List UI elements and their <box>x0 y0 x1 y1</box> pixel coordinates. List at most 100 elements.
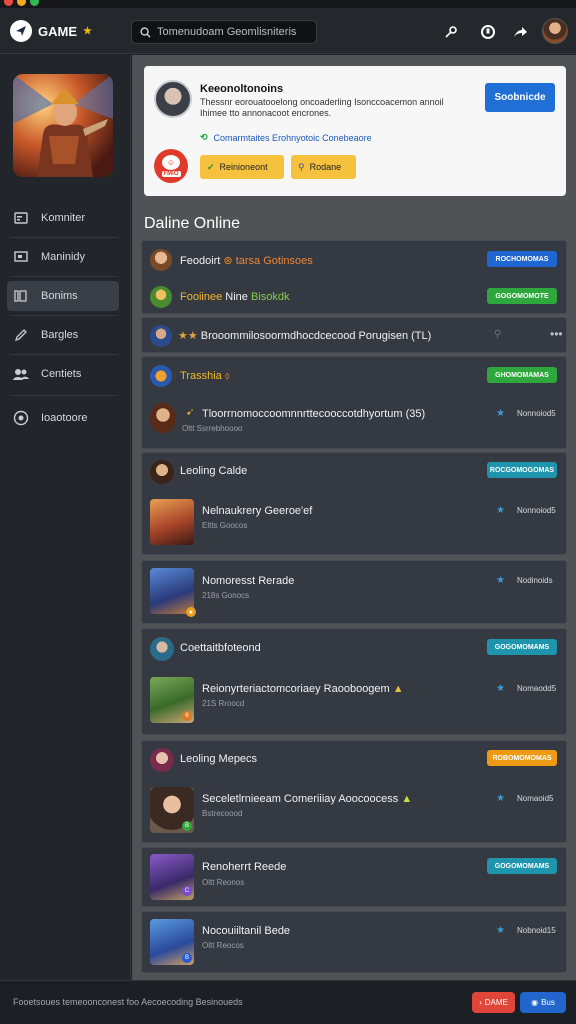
featured-game-art[interactable] <box>13 74 113 177</box>
friend-row[interactable]: C Renoherrt Reede Oltt Reonos GOGOMOMAMS <box>142 848 568 908</box>
card-description: Thessnr eorouatooelong oncoaderling Ison… <box>200 97 444 118</box>
link-icon: ⚲ <box>298 161 305 172</box>
level-badge-icon: B <box>182 821 192 831</box>
logo-star-icon: ★ <box>83 25 92 37</box>
star-icon[interactable]: ★ <box>496 683 505 694</box>
status-badge[interactable]: ROCHOMOMAS <box>487 251 557 267</box>
friend-meta: Nomaodd5 <box>517 684 557 693</box>
card-link[interactable]: ⟲ Comarmtaites Erohnyotoic Conebeaore <box>200 132 372 143</box>
friend-row[interactable]: Coettaitbfoteond GOGOMOMAMS <box>142 629 568 667</box>
fire-icon: ⬨ <box>224 370 230 382</box>
pencil-icon <box>13 327 29 343</box>
friend-subtitle: 21S Rroocd <box>202 699 245 708</box>
friend-group: ★★ Brooommilosoormdhocdcecood Porugisen … <box>141 317 567 353</box>
friend-meta: Nomaoid5 <box>517 794 554 803</box>
footer-button-bus[interactable]: ◉ Bus <box>520 992 566 1013</box>
friend-avatar <box>150 748 174 772</box>
friend-row[interactable]: Feodoirt ⊛ tarsa Gotinsoes ROCHOMOMAS <box>142 241 568 278</box>
top-bar: GAME ★ <box>0 8 576 54</box>
sidebar-item-label: Komniter <box>41 212 86 224</box>
info-icon <box>13 410 29 426</box>
status-badge[interactable]: GOGOMOMOTE <box>487 288 557 304</box>
star-icon[interactable]: ★ <box>496 505 505 516</box>
star-icon[interactable]: ★ <box>496 408 505 419</box>
friend-group: Leoling Mepecs ROBOMOMOMAS B Seceletlrni… <box>141 740 567 843</box>
status-badge[interactable]: GOGOMOMAMS <box>487 639 557 655</box>
friend-group: C Renoherrt Reede Oltt Reonos GOGOMOMAMS <box>141 847 567 907</box>
status-icon[interactable] <box>478 22 498 42</box>
friend-row[interactable]: B Seceletlrnieeam Comeriiiay Aoocoocess … <box>142 779 568 844</box>
card-primary-button[interactable]: Soobnicde <box>485 83 555 112</box>
sidebar-divider <box>10 237 118 238</box>
friend-name: Reionyrteriactomcoriaey Raooboogem ▲ <box>202 683 404 695</box>
status-badge[interactable]: GHOMOMAMAS <box>487 367 557 383</box>
people-icon <box>13 366 29 382</box>
sidebar-item-bargles[interactable]: Bargles <box>7 320 119 350</box>
user-avatar[interactable] <box>542 18 568 44</box>
friend-row[interactable]: ➹ Tloorrnomoccoomnnrttecooccotdhyortum (… <box>142 395 568 450</box>
sidebar-item-maninidy[interactable]: Maninidy <box>7 242 119 272</box>
card-pill-button-2[interactable]: ⚲ Rodane <box>291 155 356 179</box>
close-window-button[interactable] <box>4 0 13 6</box>
smiley-badge-icon: ☺ FMIO <box>154 149 188 183</box>
friend-row[interactable]: 6 Reionyrteriactomcoriaey Raooboogem ▲ 2… <box>142 667 568 736</box>
friend-subtitle: Oltt Ssrrebhoooo <box>182 424 243 433</box>
friend-row[interactable]: Leoling Calde ROCGOMOGOMAS <box>142 453 568 491</box>
minimize-window-button[interactable] <box>17 0 26 6</box>
key-icon[interactable] <box>441 22 461 42</box>
card-link-text: Comarmtaites Erohnyotoic Conebeaore <box>213 132 372 143</box>
maximize-window-button[interactable] <box>30 0 39 6</box>
friend-group: Coettaitbfoteond GOGOMOMAMS 6 Reionyrter… <box>141 628 567 735</box>
friend-row[interactable]: ★ Nomoresst Rerade 218s Gonocs ★ Nodinoi… <box>142 561 568 625</box>
sidebar-item-ioaotoore[interactable]: Ioaotoore <box>7 403 119 433</box>
monitor-icon <box>13 249 29 265</box>
arrow-icon: ▲ <box>392 683 404 695</box>
friend-row[interactable]: Leoling Mepecs ROBOMOMOMAS <box>142 741 568 779</box>
check-icon: ✓ <box>207 161 215 172</box>
friend-meta: Nobnoid15 <box>517 926 556 935</box>
app-logo[interactable]: GAME ★ <box>10 20 92 42</box>
search-bar[interactable] <box>131 20 317 44</box>
library-icon <box>13 288 29 304</box>
share-icon[interactable] <box>510 22 530 42</box>
card-pill-button-1[interactable]: ✓ Reinioneont <box>200 155 284 179</box>
footer-bar: Fooetsoues temeoonconest foo Aecoecoding… <box>0 980 576 1024</box>
status-badge[interactable]: ROBOMOMOMAS <box>487 750 557 766</box>
status-badge[interactable]: GOGOMOMAMS <box>487 858 557 874</box>
card-avatar <box>154 80 192 118</box>
pin-icon[interactable]: ⚲ <box>494 329 501 340</box>
friend-avatar <box>150 403 176 433</box>
friend-name: Leoling Calde <box>180 465 248 477</box>
sidebar-item-komniter[interactable]: Komniter <box>7 203 119 233</box>
friend-row[interactable]: B Nocouiiltanil Bede Oltt Reocos ★ Nobno… <box>142 912 568 974</box>
sidebar-item-label: Centiets <box>41 368 82 380</box>
friend-row[interactable]: ★★ Brooommilosoormdhocdcecood Porugisen … <box>142 318 568 354</box>
sidebar-item-bonims[interactable]: Bonims <box>7 281 119 311</box>
friend-avatar <box>150 460 174 484</box>
more-options-icon[interactable]: ••• <box>550 327 563 341</box>
wing-icon: ➹ <box>186 407 195 418</box>
friend-name: Leoling Mepecs <box>180 753 258 765</box>
star-icon[interactable]: ★ <box>496 575 505 586</box>
friend-avatar <box>150 286 172 308</box>
check-icon: ⟲ <box>200 132 208 142</box>
star-icon[interactable]: ★ <box>496 793 505 804</box>
search-input[interactable] <box>157 26 307 38</box>
friend-row[interactable]: Fooiinee Nine Bisokdk GOGOMOMOTE <box>142 278 568 315</box>
sidebar-item-centiets[interactable]: Centiets <box>7 359 119 389</box>
sidebar-divider <box>10 276 118 277</box>
friend-group: ★ Nomoresst Rerade 218s Gonocs ★ Nodinoi… <box>141 560 567 624</box>
friend-row[interactable]: Nelnaukrery Geeroe'ef Eltts Goocos ★ Non… <box>142 491 568 556</box>
friend-avatar <box>150 249 172 271</box>
arrow-icon: › <box>479 998 482 1007</box>
friend-subtitle: 218s Gonocs <box>202 591 250 600</box>
star-icon[interactable]: ★ <box>496 925 505 936</box>
footer-button-dame[interactable]: › DAME <box>472 992 515 1013</box>
friend-group: Trasshia ⬨ GHOMOMAMAS ➹ Tloorrnomoccoomn… <box>141 356 567 449</box>
status-badge[interactable]: ROCGOMOGOMAS <box>487 462 557 478</box>
friend-group: Leoling Calde ROCGOMOGOMAS Nelnaukrery G… <box>141 452 567 555</box>
friend-name: Feodoirt ⊛ tarsa Gotinsoes <box>180 255 313 267</box>
friend-name: Trasshia ⬨ <box>180 370 230 382</box>
card-title: Keeonoltonoins <box>200 83 284 95</box>
friend-row[interactable]: Trasshia ⬨ GHOMOMAMAS <box>142 357 568 395</box>
